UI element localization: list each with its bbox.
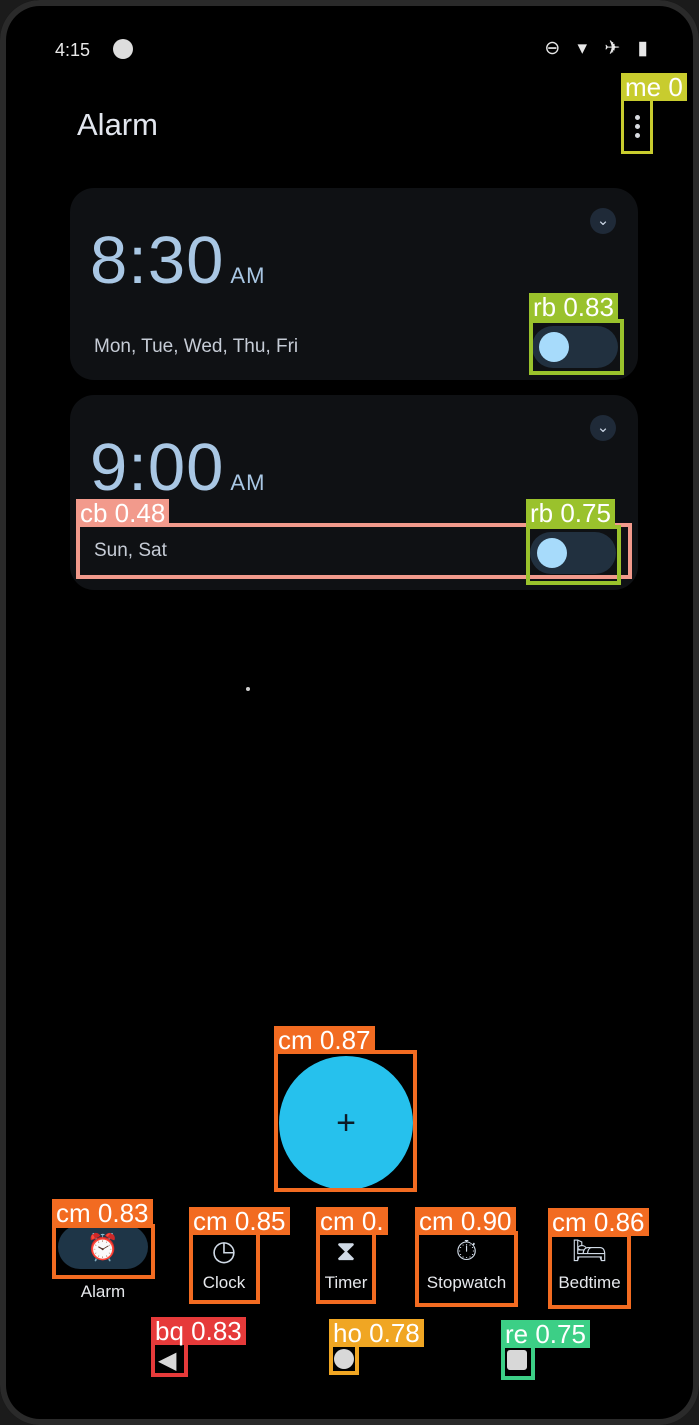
detection-label-row-2: cb 0.48 [76, 499, 170, 527]
detection-box-toggle-2 [526, 525, 621, 585]
detection-label-recents: re 0.75 [501, 1320, 590, 1348]
detection-label-menu: me 0 [621, 73, 687, 101]
detection-box-fab [274, 1050, 417, 1192]
more-options-icon [634, 114, 640, 120]
detection-box-nav-bedtime [548, 1233, 631, 1309]
detection-box-back [151, 1341, 188, 1377]
detection-label-nav-alarm: cm 0.83 [52, 1199, 153, 1227]
more-options-button[interactable] [621, 98, 653, 154]
screen-speck [246, 687, 250, 691]
alarm-time-value: 8:30 [90, 223, 225, 298]
detection-label-nav-stopwatch: cm 0.90 [415, 1207, 516, 1235]
detection-label-fab: cm 0.87 [274, 1026, 375, 1054]
status-time: 4:15 [55, 40, 91, 60]
detection-label-nav-clock: cm 0.85 [189, 1207, 290, 1235]
status-bar: 4:15 ⊖ ▾ ✈ ▮ [55, 36, 654, 66]
detection-box-recents [501, 1344, 535, 1380]
phone-screen: 4:15 ⊖ ▾ ✈ ▮ Alarm me 0 ⌄ 8:30 AM Mon, Tu… [0, 0, 699, 1425]
detection-box-nav-timer [316, 1231, 376, 1304]
detection-box-nav-clock [189, 1231, 260, 1304]
detection-label-toggle-2: rb 0.75 [526, 499, 615, 527]
detection-label-back: bq 0.83 [151, 1317, 246, 1345]
status-icons: ⊖ ▾ ✈ ▮ [544, 38, 654, 59]
expand-chevron-icon[interactable]: ⌄ [590, 208, 616, 234]
expand-chevron-icon[interactable]: ⌄ [590, 415, 616, 441]
detection-label-nav-timer: cm 0. [316, 1207, 388, 1235]
alarm-ampm: AM [230, 470, 266, 495]
detection-label-toggle-1: rb 0.83 [529, 293, 618, 321]
detection-box-toggle-1 [529, 319, 624, 375]
alarm-days: Mon, Tue, Wed, Thu, Fri [94, 336, 299, 357]
detection-label-home: ho 0.78 [329, 1319, 424, 1347]
detection-box-nav-alarm [52, 1224, 155, 1279]
alarm-time[interactable]: 9:00 AM [90, 429, 265, 506]
detection-label-nav-bedtime: cm 0.86 [548, 1208, 649, 1236]
nav-label: Alarm [80, 1282, 126, 1301]
alarm-time[interactable]: 8:30 AM [90, 222, 265, 299]
alarm-ampm: AM [230, 263, 266, 288]
alarm-time-value: 9:00 [90, 430, 225, 505]
page-title: Alarm [77, 107, 158, 142]
detection-box-nav-stopwatch [415, 1231, 518, 1307]
sync-icon [113, 39, 133, 59]
